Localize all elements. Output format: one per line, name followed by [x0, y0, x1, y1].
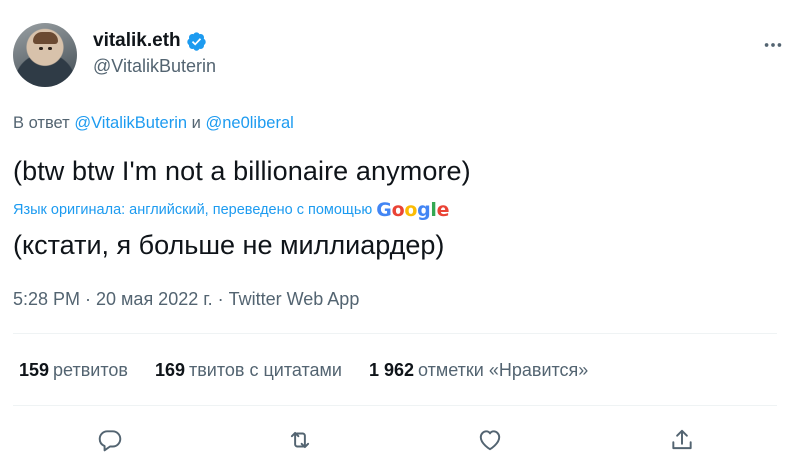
- like-icon: [479, 430, 501, 451]
- verified-badge-icon: [186, 31, 206, 51]
- author-handle[interactable]: @VitalikButerin: [93, 56, 216, 77]
- mention-link-1[interactable]: @VitalikButerin: [74, 114, 187, 132]
- tweet-stats: 159 ретвитов 169 твитов с цитатами 1 962 от…: [19, 360, 615, 381]
- more-options-button[interactable]: [759, 31, 787, 59]
- retweets-label: ретвитов: [53, 360, 128, 380]
- google-logo: Google: [376, 199, 450, 221]
- divider: [13, 333, 777, 334]
- likes-count: 1 962: [368, 360, 415, 380]
- likes-label: отметки «Нравится»: [418, 360, 589, 380]
- mention-link-2[interactable]: @ne0liberal: [205, 114, 293, 132]
- reply-conjunction: и: [191, 114, 201, 132]
- quotes-stat[interactable]: 169 твитов с цитатами: [155, 360, 342, 381]
- author-display-name[interactable]: vitalik.eth: [93, 30, 181, 52]
- reply-prefix: В ответ: [13, 114, 70, 132]
- tweet-meta[interactable]: 5:28 PM · 20 мая 2022 г. · Twitter Web A…: [13, 289, 359, 310]
- retweets-stat[interactable]: 159 ретвитов: [19, 360, 128, 381]
- share-button[interactable]: [666, 424, 698, 456]
- likes-stat[interactable]: 1 962 отметки «Нравится»: [369, 360, 588, 381]
- reply-context: В ответ @VitalikButerin и @ne0liberal: [13, 114, 294, 133]
- quotes-label: твитов с цитатами: [189, 360, 342, 380]
- reply-button[interactable]: [94, 424, 126, 456]
- action-bar: [0, 420, 803, 460]
- translated-text: (кстати, я больше не миллиардер): [13, 230, 445, 260]
- more-dots-icon: [764, 43, 782, 47]
- quotes-count: 169: [154, 360, 185, 380]
- avatar[interactable]: [13, 23, 77, 87]
- tweet-text: (btw btw I'm not a billionaire anymore): [13, 156, 471, 186]
- retweets-count: 159: [19, 360, 50, 380]
- divider: [13, 405, 777, 406]
- like-button[interactable]: [474, 424, 506, 456]
- translation-note: Язык оригинала: английский, переведено с…: [13, 202, 373, 218]
- retweet-icon: [290, 431, 310, 449]
- share-icon: [672, 429, 692, 450]
- tweet-header: vitalik.eth @VitalikButerin: [13, 23, 789, 93]
- retweet-button[interactable]: [284, 424, 316, 456]
- reply-icon: [98, 430, 122, 452]
- translation-notice[interactable]: Язык оригинала: английский, переведено с…: [13, 199, 450, 221]
- author-names: vitalik.eth @VitalikButerin: [93, 30, 216, 77]
